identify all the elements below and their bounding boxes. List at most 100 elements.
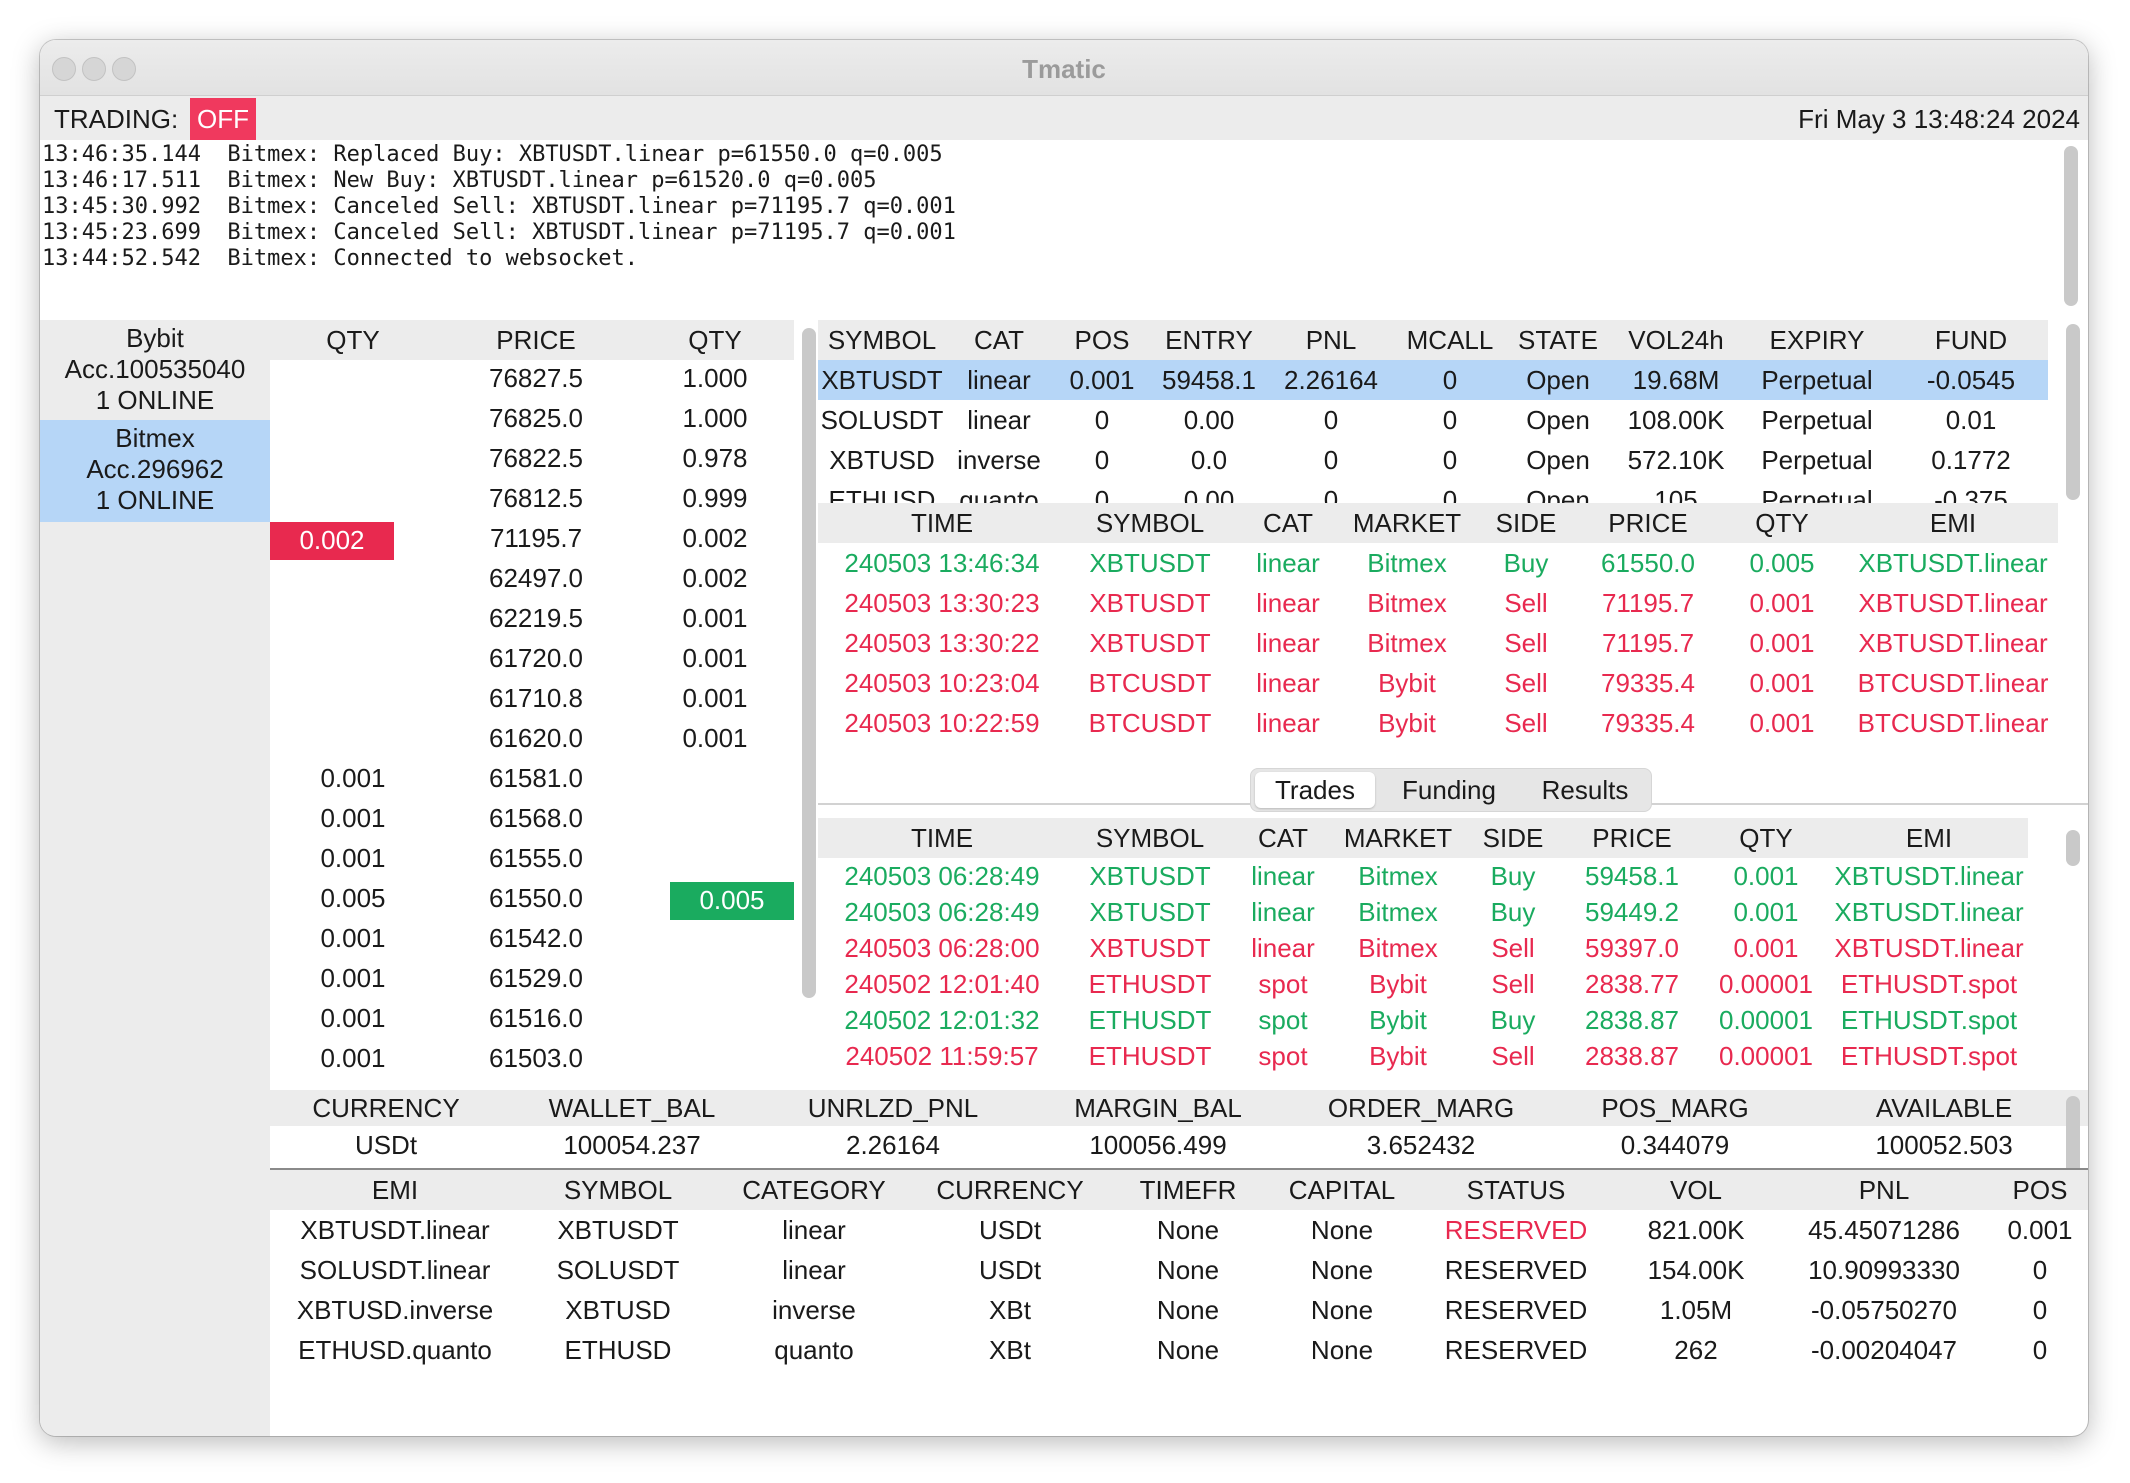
column-header[interactable]: WALLET_BAL bbox=[502, 1090, 762, 1126]
order-book-row[interactable]: 76812.5 0.999 bbox=[270, 480, 794, 520]
order-book-row[interactable]: 76825.0 1.000 bbox=[270, 400, 794, 440]
ask-qty: 0.002 bbox=[682, 523, 748, 553]
trade-row[interactable]: 240503 06:28:49 XBTUSDT linear Bitmex Buy 594… bbox=[818, 894, 2028, 930]
column-header[interactable]: PNL bbox=[1776, 1170, 1992, 1210]
column-header[interactable]: TIMEFR bbox=[1108, 1170, 1268, 1210]
column-header[interactable]: CAPITAL bbox=[1268, 1170, 1416, 1210]
bot-row[interactable]: SOLUSDT.linear SOLUSDT linear USDt None None R… bbox=[270, 1250, 2088, 1290]
account-bitmex[interactable]: Bitmex Acc.296962 1 ONLINE bbox=[40, 420, 270, 522]
column-header[interactable]: EMI bbox=[1830, 818, 2028, 858]
order-book-row[interactable]: 0.001 61503.0 bbox=[270, 1040, 794, 1080]
order-book-row[interactable]: 61710.8 0.001 bbox=[270, 680, 794, 720]
column-header[interactable]: SYMBOL bbox=[1066, 818, 1234, 858]
column-header[interactable]: EMI bbox=[1848, 503, 2058, 543]
order-row[interactable]: 240503 10:23:04 BTCUSDT linear Bybit Sell 793… bbox=[818, 663, 2058, 703]
position-row[interactable]: SOLUSDT linear 0 0.00 0 0 Open 108.00K Perpetual… bbox=[818, 400, 2048, 440]
order-book-row[interactable]: 0.001 61555.0 bbox=[270, 840, 794, 880]
column-header[interactable]: POS bbox=[1052, 320, 1152, 360]
trades-scrollbar[interactable] bbox=[2066, 830, 2080, 866]
order-row[interactable]: 240503 13:30:22 XBTUSDT linear Bitmex Sell 71… bbox=[818, 623, 2058, 663]
account-row[interactable]: USDt 100054.237 2.26164 100056.499 3.652432 0… bbox=[270, 1126, 2088, 1164]
column-header[interactable]: PRICE bbox=[1580, 503, 1716, 543]
order-book-scrollbar[interactable] bbox=[802, 328, 816, 998]
column-header[interactable]: POS bbox=[1992, 1170, 2088, 1210]
column-header[interactable]: AVAILABLE bbox=[1800, 1090, 2088, 1126]
bid-qty: 0.005 bbox=[320, 883, 386, 913]
column-header[interactable]: SYMBOL bbox=[818, 320, 946, 360]
order-book-row[interactable]: 62497.0 0.002 bbox=[270, 560, 794, 600]
order-book-row[interactable]: 0.001 61568.0 bbox=[270, 800, 794, 840]
column-header[interactable]: MARGIN_BAL bbox=[1024, 1090, 1292, 1126]
trade-row[interactable]: 240502 11:59:57 ETHUSDT spot Bybit Sell 2838.… bbox=[818, 1038, 2028, 1074]
column-header[interactable]: VOL bbox=[1616, 1170, 1776, 1210]
trade-row[interactable]: 240503 06:28:00 XBTUSDT linear Bitmex Sell 59… bbox=[818, 930, 2028, 966]
account-bybit[interactable]: Bybit Acc.100535040 1 ONLINE bbox=[40, 320, 270, 420]
column-header[interactable]: QTY bbox=[1716, 503, 1848, 543]
column-header[interactable]: UNRLZD_PNL bbox=[762, 1090, 1024, 1126]
tab-trades[interactable]: Trades bbox=[1255, 772, 1375, 808]
position-row[interactable]: ETHUSD quanto 0 0.00 0 0 Open 105 Perpetual -0.37… bbox=[818, 480, 2048, 504]
column-header[interactable]: MCALL bbox=[1396, 320, 1504, 360]
table-cell: Buy bbox=[1490, 1004, 1536, 1035]
order-book-row[interactable]: 62219.5 0.001 bbox=[270, 600, 794, 640]
table-cell: -0.00204047 bbox=[1810, 1334, 1958, 1365]
title-bar[interactable]: Tmatic bbox=[40, 40, 2088, 96]
column-header[interactable]: CURRENCY bbox=[912, 1170, 1108, 1210]
column-header[interactable]: MARKET bbox=[1342, 503, 1472, 543]
column-header[interactable]: VOL24h bbox=[1612, 320, 1740, 360]
column-header[interactable]: CAT bbox=[946, 320, 1052, 360]
order-book-row[interactable]: 61620.0 0.001 bbox=[270, 720, 794, 760]
trade-row[interactable]: 240502 12:01:40 ETHUSDT spot Bybit Sell 2838.… bbox=[818, 966, 2028, 1002]
column-header[interactable]: MARKET bbox=[1332, 818, 1464, 858]
table-cell: RESERVED bbox=[1444, 1294, 1588, 1325]
column-header[interactable]: CATEGORY bbox=[716, 1170, 912, 1210]
column-header[interactable]: EMI bbox=[270, 1170, 520, 1210]
tab-results[interactable]: Results bbox=[1523, 772, 1647, 808]
column-header[interactable]: SYMBOL bbox=[520, 1170, 716, 1210]
position-row[interactable]: XBTUSD inverse 0 0.0 0 0 Open 572.10K Perpetual 0… bbox=[818, 440, 2048, 480]
bot-row[interactable]: ETHUSD.quanto ETHUSD quanto XBt None None RESE… bbox=[270, 1330, 2088, 1370]
column-header[interactable]: SIDE bbox=[1464, 818, 1562, 858]
trade-row[interactable]: 240503 06:28:49 XBTUSDT linear Bitmex Buy 594… bbox=[818, 858, 2028, 894]
column-header[interactable]: PNL bbox=[1266, 320, 1396, 360]
column-header[interactable]: TIME bbox=[818, 503, 1066, 543]
bot-row[interactable]: XBTUSD.inverse XBTUSD inverse XBt None None RE… bbox=[270, 1290, 2088, 1330]
positions-scrollbar[interactable] bbox=[2066, 324, 2080, 500]
order-book-row[interactable]: 0.001 61529.0 bbox=[270, 960, 794, 1000]
order-book-row[interactable]: 0.001 61581.0 bbox=[270, 760, 794, 800]
order-row[interactable]: 240503 13:46:34 XBTUSDT linear Bitmex Buy 615… bbox=[818, 543, 2058, 583]
column-header[interactable]: FUND bbox=[1894, 320, 2048, 360]
clock: Fri May 3 13:48:24 2024 bbox=[1798, 104, 2080, 134]
column-header[interactable]: SYMBOL bbox=[1066, 503, 1234, 543]
position-row[interactable]: XBTUSDT linear 0.001 59458.1 2.26164 0 Open 19.… bbox=[818, 360, 2048, 400]
column-header[interactable]: TIME bbox=[818, 818, 1066, 858]
order-book-row[interactable]: 61720.0 0.001 bbox=[270, 640, 794, 680]
order-book-row[interactable]: 0.005 61550.0 0.005 bbox=[270, 880, 794, 920]
column-header[interactable]: PRICE bbox=[1562, 818, 1702, 858]
order-row[interactable]: 240503 10:22:59 BTCUSDT linear Bybit Sell 793… bbox=[818, 703, 2058, 743]
order-book-row[interactable]: 0.001 61516.0 bbox=[270, 1000, 794, 1040]
column-header[interactable]: QTY bbox=[1702, 818, 1830, 858]
bot-row[interactable]: XBTUSDT.linear XBTUSDT linear USDt None None R… bbox=[270, 1210, 2088, 1250]
trading-toggle-button[interactable]: OFF bbox=[190, 98, 256, 140]
column-header[interactable]: POS_MARG bbox=[1550, 1090, 1800, 1126]
order-book-row[interactable]: 76822.5 0.978 bbox=[270, 440, 794, 480]
order-book-row[interactable]: 76827.5 1.000 bbox=[270, 360, 794, 400]
column-header[interactable]: ORDER_MARG bbox=[1292, 1090, 1550, 1126]
order-book-row[interactable]: 0.002 71195.7 0.002 bbox=[270, 520, 794, 560]
table-cell: 821.00K bbox=[1647, 1214, 1745, 1245]
column-header[interactable]: CURRENCY bbox=[270, 1090, 502, 1126]
order-row[interactable]: 240503 13:30:23 XBTUSDT linear Bitmex Sell 71… bbox=[818, 583, 2058, 623]
tab-funding[interactable]: Funding bbox=[1385, 772, 1513, 808]
column-header[interactable]: CAT bbox=[1234, 818, 1332, 858]
column-header[interactable]: STATUS bbox=[1416, 1170, 1616, 1210]
log-scrollbar[interactable] bbox=[2064, 146, 2078, 306]
column-header[interactable]: SIDE bbox=[1472, 503, 1580, 543]
column-header[interactable]: CAT bbox=[1234, 503, 1342, 543]
column-header[interactable]: EXPIRY bbox=[1740, 320, 1894, 360]
order-book-row[interactable]: 0.001 61542.0 bbox=[270, 920, 794, 960]
column-header[interactable]: ENTRY bbox=[1152, 320, 1266, 360]
column-header[interactable]: STATE bbox=[1504, 320, 1612, 360]
message-log[interactable]: 13:46:35.144 Bitmex: Replaced Buy: XBTUS… bbox=[42, 140, 2062, 312]
trade-row[interactable]: 240502 12:01:32 ETHUSDT spot Bybit Buy 2838.8… bbox=[818, 1002, 2028, 1038]
